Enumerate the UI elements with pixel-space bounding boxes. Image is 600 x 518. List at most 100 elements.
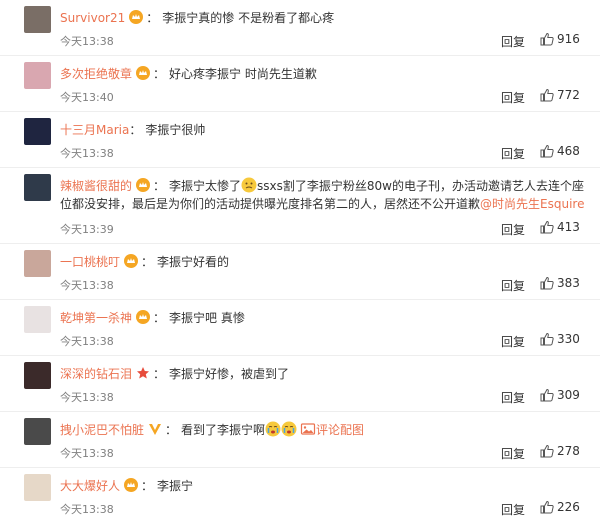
like-button[interactable]: 226: [540, 500, 580, 514]
comment-time: 今天13:40: [60, 91, 114, 104]
comment-text: 好心疼李振宁 时尚先生道歉: [169, 67, 317, 81]
username-link[interactable]: 深深的钻石泪: [60, 367, 132, 381]
comment-item: 深深的钻石泪：李振宁好惨，被虐到了 今天13:38 回复 309: [0, 356, 600, 412]
reply-button[interactable]: 回复: [501, 89, 525, 106]
avatar[interactable]: [24, 174, 51, 201]
comment-time: 今天13:38: [60, 35, 114, 48]
comment-time: 今天13:38: [60, 335, 114, 348]
mention-link[interactable]: @时尚先生Esquire: [480, 197, 584, 211]
crown-badge-icon: [129, 10, 144, 24]
comment-item: 乾坤第一杀神：李振宁吧 真惨 今天13:38 回复 330: [0, 300, 600, 356]
comment-text: 李振宁真的惨 不是粉看了都心疼: [162, 11, 335, 25]
like-count: 383: [557, 276, 580, 290]
thumb-up-icon: [540, 32, 554, 46]
comment-text: 李振宁: [157, 479, 194, 493]
username-link[interactable]: 乾坤第一杀神: [60, 311, 132, 325]
comment-time: 今天13:38: [60, 279, 114, 292]
comment-line: 多次拒绝敬章：好心疼李振宁 时尚先生道歉: [60, 66, 317, 81]
comment-item: 拽小泥巴不怕脏：看到了李振宁啊 评论配图 今天13:38 回复 278: [0, 412, 600, 468]
like-count: 772: [557, 88, 580, 102]
reply-button[interactable]: 回复: [501, 33, 525, 50]
reply-button[interactable]: 回复: [501, 145, 525, 162]
crown-badge-icon: [136, 66, 151, 80]
username-link[interactable]: 辣椒酱很甜的: [60, 179, 132, 193]
reply-button[interactable]: 回复: [501, 277, 525, 294]
username-link[interactable]: Survivor21: [60, 11, 125, 25]
comment-line: 乾坤第一杀神：李振宁吧 真惨: [60, 310, 245, 325]
comment-line: 辣椒酱很甜的：李振宁太惨了 ssxs割了李振宁粉丝80w的电子刊，办活动邀请艺人去…: [60, 177, 585, 211]
comment-item: 十三月Maria： 李振宁很帅 今天13:38 回复 468: [0, 112, 600, 168]
username-link[interactable]: 大大爆好人: [60, 479, 120, 493]
username-link[interactable]: 多次拒绝敬章: [60, 67, 132, 81]
comment-item: 大大爆好人：李振宁 今天13:38 回复 226: [0, 468, 600, 517]
like-button[interactable]: 413: [540, 220, 580, 234]
crying-emoji-icon: [265, 421, 281, 437]
username-link[interactable]: 十三月Maria: [60, 123, 129, 137]
username-link[interactable]: 一口桃桃叮: [60, 255, 120, 269]
thumb-up-icon: [540, 500, 554, 514]
comment-line: Survivor21：李振宁真的惨 不是粉看了都心疼: [60, 10, 335, 25]
thumb-up-icon: [540, 332, 554, 346]
comment-time: 今天13:38: [60, 391, 114, 404]
avatar[interactable]: [24, 118, 51, 145]
like-count: 468: [557, 144, 580, 158]
reply-button[interactable]: 回复: [501, 389, 525, 406]
like-count: 330: [557, 332, 580, 346]
comment-time: 今天13:38: [60, 147, 114, 160]
comment-time: 今天13:38: [60, 447, 114, 460]
like-button[interactable]: 916: [540, 32, 580, 46]
comment-time: 今天13:39: [60, 223, 114, 236]
comment-item: 一口桃桃叮：李振宁好看的 今天13:38 回复 383: [0, 244, 600, 300]
comment-text: 李振宁很帅: [145, 123, 206, 137]
thumb-up-icon: [540, 144, 554, 158]
avatar[interactable]: [24, 418, 51, 445]
thumb-up-icon: [540, 388, 554, 402]
like-count: 278: [557, 444, 580, 458]
thumb-up-icon: [540, 444, 554, 458]
reply-button[interactable]: 回复: [501, 501, 525, 518]
username-link[interactable]: 拽小泥巴不怕脏: [60, 423, 144, 437]
like-count: 413: [557, 220, 580, 234]
comment-item: 多次拒绝敬章：好心疼李振宁 时尚先生道歉 今天13:40 回复 772: [0, 56, 600, 112]
comment-text: 看到了李振宁啊: [181, 423, 266, 437]
comment-text: 李振宁吧 真惨: [169, 311, 245, 325]
thumb-up-icon: [540, 220, 554, 234]
thumb-up-icon: [540, 88, 554, 102]
crown-badge-icon: [136, 310, 151, 324]
like-button[interactable]: 278: [540, 444, 580, 458]
comment-list: Survivor21：李振宁真的惨 不是粉看了都心疼 今天13:38 回复 91…: [0, 0, 600, 517]
thumb-up-icon: [540, 276, 554, 290]
like-button[interactable]: 383: [540, 276, 580, 290]
like-button[interactable]: 309: [540, 388, 580, 402]
image-link-icon: [300, 423, 316, 435]
crown-badge-icon: [124, 478, 139, 492]
reply-button[interactable]: 回复: [501, 333, 525, 350]
like-count: 226: [557, 500, 580, 514]
avatar[interactable]: [24, 250, 51, 277]
comment-item: 辣椒酱很甜的：李振宁太惨了 ssxs割了李振宁粉丝80w的电子刊，办活动邀请艺人去…: [0, 168, 600, 244]
avatar[interactable]: [24, 474, 51, 501]
comment-line: 大大爆好人：李振宁: [60, 478, 194, 493]
avatar[interactable]: [24, 62, 51, 89]
comment-line: 十三月Maria： 李振宁很帅: [60, 123, 206, 137]
comment-text: 李振宁太惨了: [169, 179, 242, 193]
avatar[interactable]: [24, 306, 51, 333]
comment-line: 一口桃桃叮：李振宁好看的: [60, 254, 230, 269]
like-button[interactable]: 330: [540, 332, 580, 346]
avatar[interactable]: [24, 6, 51, 33]
comment-line: 深深的钻石泪：李振宁好惨，被虐到了: [60, 367, 290, 381]
crying-emoji-icon: [281, 421, 297, 437]
reply-button[interactable]: 回复: [501, 221, 525, 238]
comment-item: Survivor21：李振宁真的惨 不是粉看了都心疼 今天13:38 回复 91…: [0, 0, 600, 56]
crown-badge-icon: [124, 254, 139, 268]
like-count: 309: [557, 388, 580, 402]
emoji-icon: [241, 177, 257, 193]
view-image-link[interactable]: 评论配图: [316, 423, 364, 437]
comment-text: 李振宁好惨，被虐到了: [169, 367, 290, 381]
comment-time: 今天13:38: [60, 503, 114, 516]
like-button[interactable]: 772: [540, 88, 580, 102]
reply-button[interactable]: 回复: [501, 445, 525, 462]
like-button[interactable]: 468: [540, 144, 580, 158]
avatar[interactable]: [24, 362, 51, 389]
comment-text: 李振宁好看的: [157, 255, 230, 269]
